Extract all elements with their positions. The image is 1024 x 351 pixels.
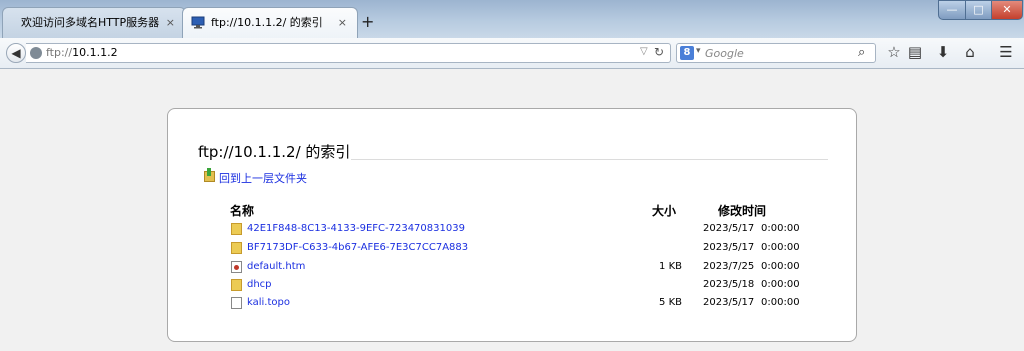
- close-window-button[interactable]: ✕: [991, 0, 1023, 20]
- minimize-button[interactable]: —: [938, 0, 966, 20]
- list-item: default.htm 1 KB 2023/7/25 0:00:00: [168, 259, 858, 277]
- file-date: 2023/5/17: [703, 223, 755, 234]
- home-icon[interactable]: ⌂: [960, 43, 980, 61]
- file-link[interactable]: 42E1F848-8C13-4133-9EFC-723470831039: [247, 223, 465, 234]
- globe-icon: [30, 47, 42, 59]
- maximize-button[interactable]: □: [965, 0, 992, 20]
- tab-label: ftp://10.1.1.2/ 的索引: [211, 16, 323, 29]
- downloads-icon[interactable]: ⬇: [933, 43, 953, 61]
- file-date: 2023/5/18: [703, 279, 755, 290]
- search-bar[interactable]: 8 ▾ Google ⌕: [676, 43, 876, 63]
- file-link[interactable]: default.htm: [247, 261, 305, 272]
- tab-label: 欢迎访问多域名HTTP服务器: [21, 16, 160, 29]
- title-divider: [351, 159, 828, 160]
- menu-icon[interactable]: ☰: [996, 43, 1016, 61]
- file-time: 0:00:00: [761, 242, 800, 253]
- bookmarks-menu-icon[interactable]: ▤: [905, 43, 925, 61]
- folder-icon: [231, 242, 242, 254]
- html-file-icon: [231, 261, 242, 273]
- tab-close-icon[interactable]: ×: [166, 8, 175, 38]
- tab-welcome[interactable]: 欢迎访问多域名HTTP服务器 ×: [2, 7, 186, 38]
- file-time: 0:00:00: [761, 261, 800, 272]
- search-icon[interactable]: ⌕: [858, 45, 865, 60]
- list-item: kali.topo 5 KB 2023/5/17 0:00:00: [168, 295, 858, 313]
- list-item: 42E1F848-8C13-4133-9EFC-723470831039 202…: [168, 221, 858, 239]
- list-item: BF7173DF-C633-4b67-AFE6-7E3C7CC7A883 202…: [168, 240, 858, 258]
- file-time: 0:00:00: [761, 223, 800, 234]
- file-link[interactable]: BF7173DF-C633-4b67-AFE6-7E3C7CC7A883: [247, 242, 468, 253]
- file-link[interactable]: dhcp: [247, 279, 272, 290]
- folder-up-icon: [204, 168, 215, 182]
- bookmark-star-icon[interactable]: ☆: [884, 43, 904, 61]
- file-size: 1 KB: [659, 261, 682, 272]
- navigation-bar: ◀ ftp://10.1.1.2 ▽ ↻ 8 ▾ Google ⌕: [0, 38, 1024, 69]
- page-title: ftp://10.1.1.2/ 的索引: [198, 143, 351, 161]
- back-button[interactable]: ◀: [6, 43, 26, 63]
- back-arrow-icon: ◀: [11, 46, 21, 60]
- tab-strip: 欢迎访问多域名HTTP服务器 × ftp://10.1.1.2/ 的索引 × +…: [0, 0, 1024, 38]
- column-header-name[interactable]: 名称: [230, 202, 254, 219]
- directory-listing: ftp://10.1.1.2/ 的索引 回到上一层文件夹 名称 大小 修改时间 …: [167, 108, 857, 342]
- file-date: 2023/5/17: [703, 297, 755, 308]
- url-host: 10.1.1.2: [72, 46, 118, 59]
- search-engine-icon[interactable]: 8: [680, 46, 694, 60]
- file-icon: [231, 297, 242, 309]
- folder-icon: [231, 223, 242, 235]
- file-time: 0:00:00: [761, 297, 800, 308]
- file-date: 2023/7/25: [703, 261, 755, 272]
- url-scheme: ftp://: [46, 46, 73, 59]
- column-header-size[interactable]: 大小: [652, 202, 676, 219]
- tab-close-icon[interactable]: ×: [338, 8, 347, 38]
- address-bar[interactable]: ftp://10.1.1.2 ▽ ↻: [26, 43, 671, 63]
- address-text: ftp://10.1.1.2: [46, 46, 118, 59]
- tab-ftp-index[interactable]: ftp://10.1.1.2/ 的索引 ×: [182, 7, 358, 38]
- monitor-icon: [191, 16, 205, 29]
- file-date: 2023/5/17: [703, 242, 755, 253]
- folder-icon: [231, 279, 242, 291]
- file-link[interactable]: kali.topo: [247, 297, 290, 308]
- list-item: dhcp 2023/5/18 0:00:00: [168, 277, 858, 295]
- file-time: 0:00:00: [761, 279, 800, 290]
- file-size: 5 KB: [659, 297, 682, 308]
- reload-icon[interactable]: ↻: [654, 45, 664, 59]
- search-placeholder: Google: [705, 47, 744, 60]
- new-tab-button[interactable]: +: [361, 12, 374, 32]
- chevron-down-icon[interactable]: ▾: [696, 46, 701, 56]
- column-header-modified[interactable]: 修改时间: [718, 202, 766, 219]
- dropdown-arrow-icon[interactable]: ▽: [640, 46, 648, 57]
- parent-folder-label: 回到上一层文件夹: [219, 172, 307, 185]
